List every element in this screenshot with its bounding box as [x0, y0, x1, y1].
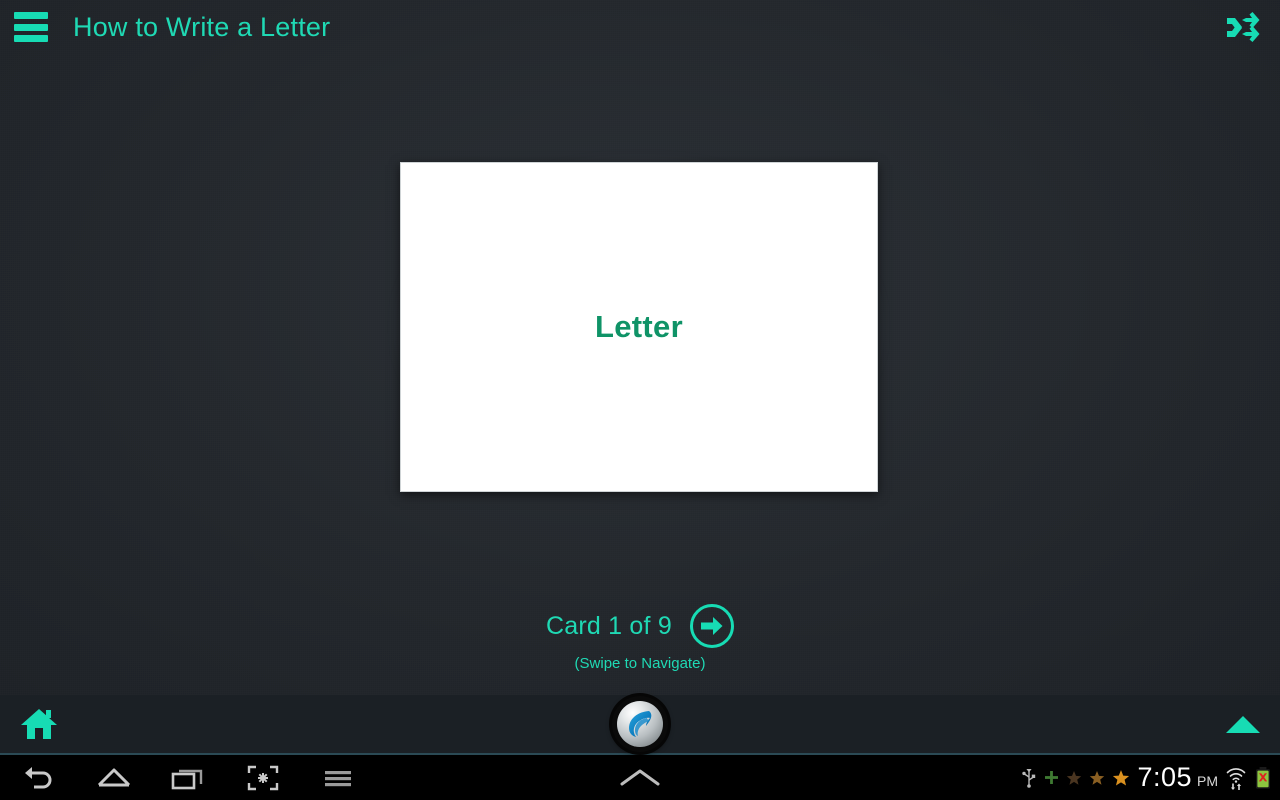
clock-time: 7:05 [1137, 762, 1192, 792]
card-counter-label: Card 1 of 9 [546, 611, 672, 640]
status-tray: 7:05 PM [1021, 755, 1272, 800]
menu-lines-icon[interactable] [308, 755, 368, 800]
screenshot-capture-icon[interactable] [233, 755, 293, 800]
back-arrow-icon[interactable] [10, 755, 70, 800]
clock-ampm: PM [1197, 773, 1218, 789]
shuffle-icon[interactable] [1224, 10, 1264, 44]
arrow-right-circle-icon[interactable] [689, 604, 734, 648]
dolphin-browser-logo-icon[interactable] [612, 696, 668, 752]
page-title: How to Write a Letter [73, 11, 331, 42]
battery-error-icon [1254, 766, 1272, 790]
star-icon-dim [1066, 770, 1082, 786]
app-bottom-bar [0, 695, 1280, 755]
card-navigation-row: Card 1 of 9 [0, 604, 1280, 648]
hamburger-menu-icon[interactable] [14, 12, 48, 42]
system-navigation-bar: 7:05 PM [0, 755, 1280, 800]
home-icon[interactable] [20, 707, 58, 741]
star-icon-medium [1089, 770, 1105, 786]
flashcard-container: Letter [391, 153, 887, 501]
app-content-area: How to Write a Letter Letter Card 1 of 9… [0, 0, 1280, 695]
app-header: How to Write a Letter [0, 0, 1280, 54]
home-outline-icon[interactable] [84, 755, 144, 800]
flashcard-text: Letter [595, 309, 683, 344]
chevron-up-icon[interactable] [610, 755, 670, 800]
flashcard[interactable]: Letter [400, 162, 878, 492]
orb-inner [617, 701, 663, 747]
star-icon-bright [1112, 769, 1130, 787]
plus-icon [1044, 770, 1059, 785]
recent-apps-icon[interactable] [158, 755, 218, 800]
wifi-data-icon [1225, 766, 1247, 790]
usb-icon [1021, 768, 1037, 788]
device-screen: How to Write a Letter Letter Card 1 of 9… [0, 0, 1280, 800]
swipe-hint-label: (Swipe to Navigate) [574, 655, 706, 672]
triangle-up-icon[interactable] [1224, 713, 1262, 735]
